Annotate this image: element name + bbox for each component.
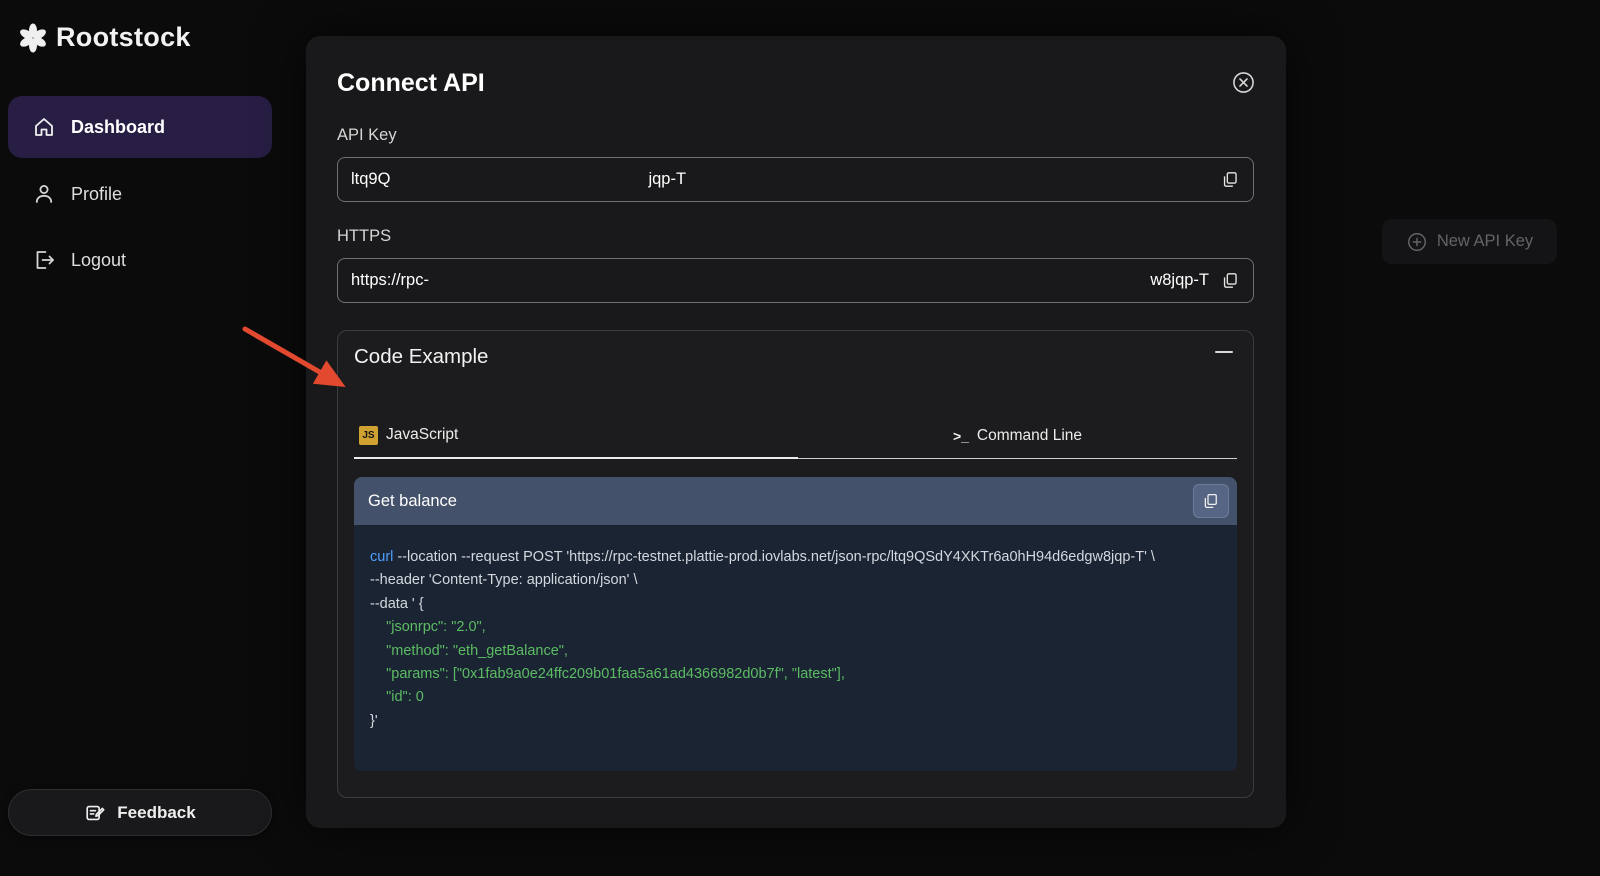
- api-key-field[interactable]: ltq9Q jqp-T: [337, 157, 1254, 202]
- tab-command-line[interactable]: >_ Command Line: [798, 413, 1237, 459]
- api-key-value-start: ltq9Q: [351, 170, 390, 189]
- rootstock-logo: Rootstock: [18, 22, 191, 53]
- rootstock-logo-icon: [18, 23, 48, 53]
- https-value-start: https://rpc-: [351, 271, 429, 290]
- javascript-icon: JS: [359, 426, 378, 445]
- https-field[interactable]: https://rpc- w8jqp-T: [337, 258, 1254, 303]
- sidebar-item-profile[interactable]: Profile: [8, 170, 272, 218]
- terminal-icon: >_: [953, 428, 969, 444]
- modal-title: Connect API: [337, 69, 485, 98]
- api-key-label: API Key: [337, 126, 397, 145]
- profile-icon: [32, 182, 56, 206]
- sidebar-item-dashboard[interactable]: Dashboard: [8, 96, 272, 158]
- snippet-header: Get balance: [354, 477, 1237, 525]
- new-api-key-button[interactable]: New API Key: [1382, 219, 1557, 264]
- copy-icon[interactable]: [1221, 170, 1240, 189]
- feedback-icon: [84, 802, 106, 824]
- sidebar-item-logout[interactable]: Logout: [8, 236, 272, 284]
- https-value-end: w8jqp-T: [1150, 271, 1209, 290]
- https-label: HTTPS: [337, 227, 391, 246]
- copy-icon[interactable]: [1221, 271, 1240, 290]
- code-example-panel: Code Example JS JavaScript >_ Command Li…: [337, 330, 1254, 798]
- home-icon: [32, 115, 56, 139]
- code-example-title: Code Example: [354, 345, 488, 369]
- sidebar-item-label: Logout: [71, 250, 126, 271]
- new-api-key-label: New API Key: [1437, 232, 1533, 251]
- close-icon[interactable]: [1231, 70, 1256, 95]
- plus-circle-icon: [1406, 231, 1428, 253]
- tab-command-line-label: Command Line: [977, 427, 1082, 445]
- feedback-button[interactable]: Feedback: [8, 789, 272, 836]
- sidebar-item-label: Profile: [71, 184, 122, 205]
- collapse-icon[interactable]: [1215, 349, 1233, 355]
- logout-icon: [32, 248, 56, 272]
- logo-text: Rootstock: [56, 22, 191, 53]
- api-key-value-end: jqp-T: [648, 170, 686, 189]
- code-tabs: JS JavaScript >_ Command Line: [354, 413, 1237, 459]
- sidebar-item-label: Dashboard: [71, 117, 165, 138]
- feedback-label: Feedback: [117, 803, 195, 823]
- connect-api-modal: Connect API API Key ltq9Q jqp-T HTTPS ht…: [306, 36, 1286, 828]
- snippet-copy-button[interactable]: [1193, 484, 1229, 518]
- tab-javascript-label: JavaScript: [386, 426, 458, 444]
- snippet-title: Get balance: [368, 492, 457, 511]
- code-snippet: Get balance curl --location --request PO…: [354, 477, 1237, 771]
- code-block[interactable]: curl --location --request POST 'https://…: [354, 525, 1237, 771]
- tab-javascript[interactable]: JS JavaScript: [354, 413, 798, 459]
